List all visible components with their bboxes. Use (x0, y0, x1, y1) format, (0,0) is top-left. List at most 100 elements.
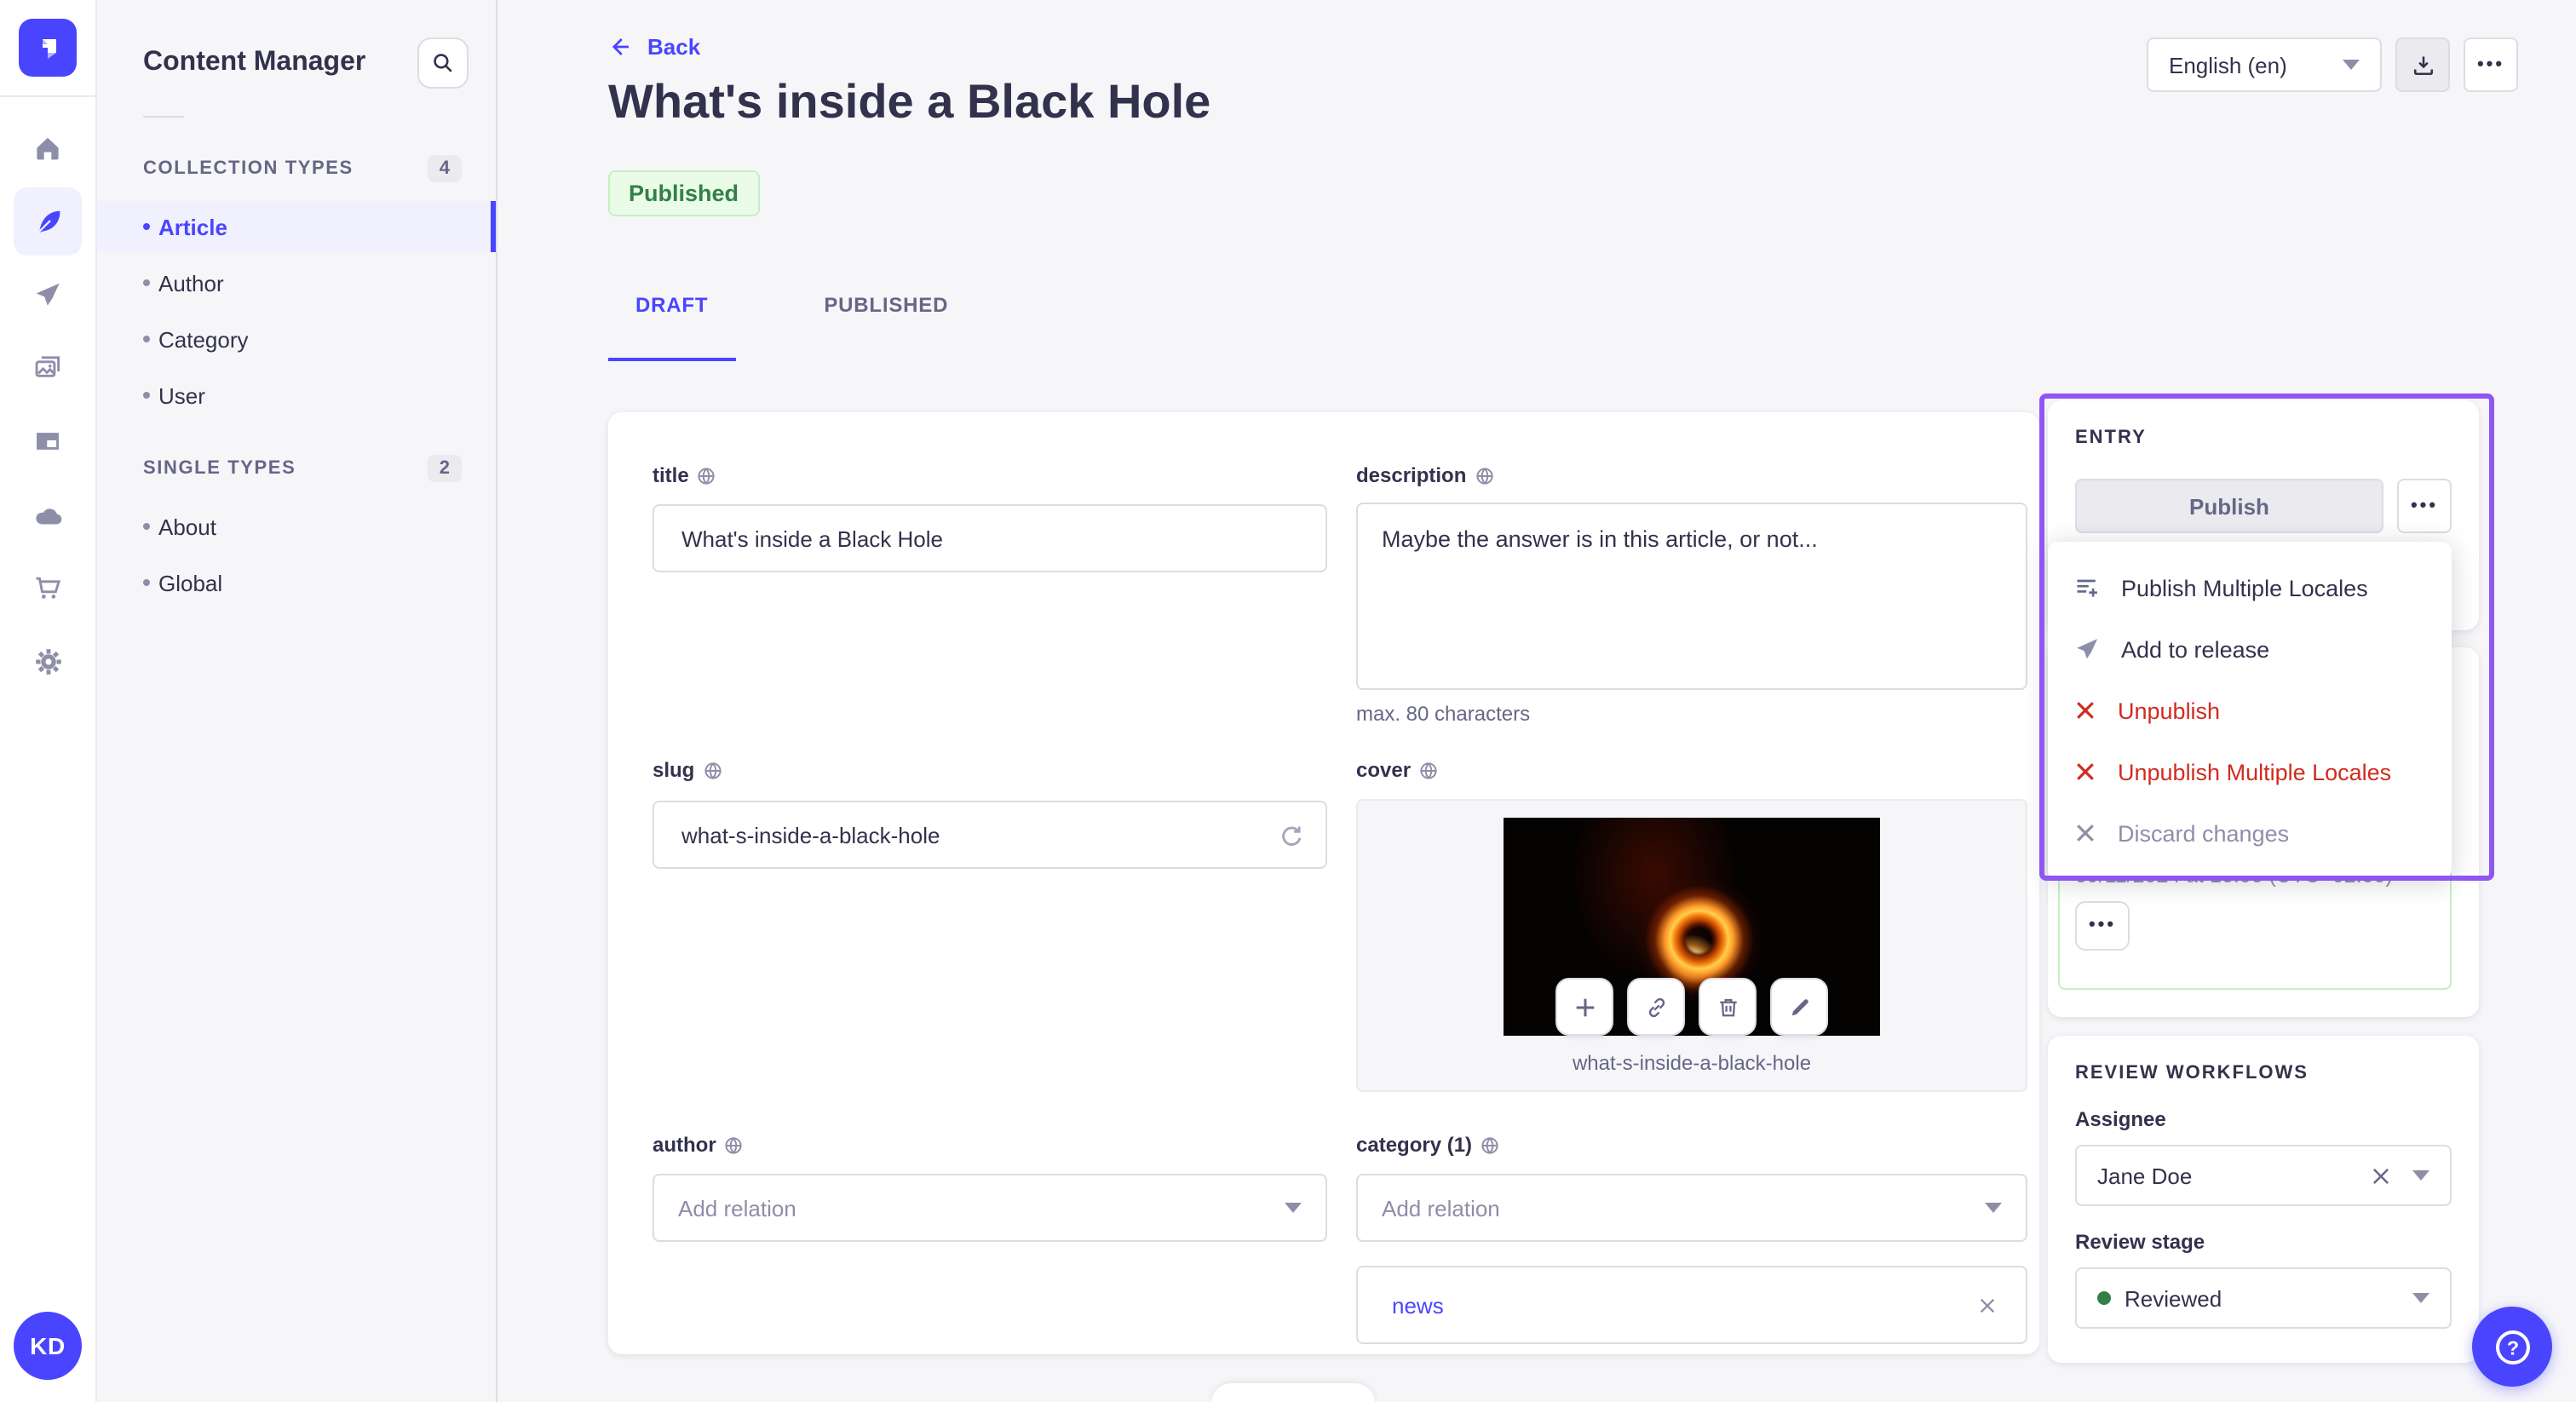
description-field-label: description (1356, 463, 2027, 487)
menu-item-label: Discard changes (2118, 820, 2290, 846)
bullet-icon (143, 523, 150, 530)
content-manager-sidebar: Content Manager COLLECTION TYPES 4 Artic… (97, 0, 497, 1402)
slug-field-label: slug (653, 758, 1327, 782)
version-tabs: DRAFT PUBLISHED (608, 286, 975, 361)
collection-types-count-badge: 4 (427, 155, 462, 182)
send-icon (2077, 639, 2098, 659)
chevron-down-icon (2343, 60, 2360, 70)
sidebar-item-label: Author (158, 270, 224, 296)
chevron-down-icon (1985, 1203, 2002, 1213)
help-button[interactable]: ? (2472, 1307, 2552, 1387)
strapi-logo[interactable] (19, 19, 77, 77)
header-more-button[interactable]: ••• (2464, 37, 2518, 92)
main-content: Back What's inside a Black Hole Publishe… (497, 0, 2576, 1402)
copy-link-button[interactable] (1627, 978, 1685, 1036)
schedule-more-button[interactable]: ••• (2075, 901, 2130, 951)
menu-item-add-to-release[interactable]: Add to release (2048, 618, 2452, 680)
sidebar-title: Content Manager (143, 48, 366, 77)
trash-icon (1719, 997, 1736, 1016)
single-types-label: SINGLE TYPES (143, 458, 296, 479)
sidebar-item-about[interactable]: About (97, 501, 496, 552)
globe-icon (699, 467, 716, 484)
sidebar-item-label: User (158, 382, 205, 408)
x-icon (2077, 763, 2094, 780)
sidebar-item-author[interactable]: Author (97, 257, 496, 308)
cover-asset-card: what-s-inside-a-black-hole (1356, 799, 2027, 1092)
assignee-select[interactable]: Jane Doe (2075, 1145, 2452, 1206)
menu-item-label: Add to release (2121, 636, 2270, 662)
releases-send-icon[interactable] (14, 261, 82, 329)
stage-status-dot (2097, 1291, 2111, 1305)
assignee-label: Assignee (2075, 1107, 2166, 1131)
delete-asset-button[interactable] (1699, 978, 1757, 1036)
svg-text:?: ? (2506, 1336, 2518, 1358)
ellipsis-icon: ••• (2476, 54, 2505, 74)
review-workflows-panel: REVIEW WORKFLOWS Assignee Jane Doe Revie… (2048, 1036, 2479, 1363)
sidebar-item-global[interactable]: Global (97, 557, 496, 608)
search-button[interactable] (417, 37, 469, 89)
category-relation-item: news (1356, 1266, 2027, 1344)
media-library-images-icon[interactable] (14, 334, 82, 402)
locale-select[interactable]: English (en) (2147, 37, 2382, 92)
menu-item-unpublish-multiple-locales[interactable]: Unpublish Multiple Locales (2048, 741, 2452, 802)
back-label: Back (647, 34, 701, 60)
globe-icon (726, 1136, 743, 1153)
ellipsis-icon: ••• (2410, 495, 2439, 515)
review-stage-select[interactable]: Reviewed (2075, 1267, 2452, 1329)
sidebar-divider (143, 116, 184, 118)
tab-published[interactable]: PUBLISHED (796, 286, 975, 324)
link-icon (1647, 997, 1665, 1017)
ellipsis-icon: ••• (2088, 915, 2117, 935)
home-icon[interactable] (14, 114, 82, 182)
entry-more-button[interactable]: ••• (2397, 479, 2452, 533)
settings-gear-icon[interactable] (14, 627, 82, 695)
sidebar-item-article[interactable]: Article (97, 201, 496, 252)
title-input[interactable]: What's inside a Black Hole (653, 504, 1327, 572)
user-avatar[interactable]: KD (14, 1312, 82, 1380)
sidebar-item-user[interactable]: User (97, 370, 496, 421)
relation-link-news[interactable]: news (1392, 1292, 1444, 1318)
publish-button[interactable]: Publish (2075, 479, 2383, 533)
menu-item-discard-changes[interactable]: Discard changes (2048, 802, 2452, 864)
bullet-icon (143, 392, 150, 399)
x-icon (2077, 702, 2094, 719)
slug-input[interactable]: what-s-inside-a-black-hole (653, 801, 1327, 869)
regenerate-icon[interactable] (1278, 823, 1303, 848)
author-placeholder: Add relation (678, 1195, 796, 1221)
status-badge: Published (608, 170, 760, 216)
entry-heading: ENTRY (2075, 428, 2147, 448)
remove-relation-x-icon[interactable] (1976, 1294, 1998, 1316)
globe-icon (1481, 1136, 1498, 1153)
category-relation-select[interactable]: Add relation (1356, 1174, 2027, 1242)
logo-container (0, 0, 95, 97)
description-textarea[interactable]: Maybe the answer is in this article, or … (1356, 503, 2027, 690)
cover-filename: what-s-inside-a-black-hole (1572, 1051, 1812, 1075)
sidebar-item-category[interactable]: Category (97, 313, 496, 365)
author-relation-select[interactable]: Add relation (653, 1174, 1327, 1242)
menu-item-publish-multiple-locales[interactable]: Publish Multiple Locales (2048, 557, 2452, 618)
author-field-label: author (653, 1133, 1327, 1157)
deploy-cloud-icon[interactable] (14, 480, 82, 549)
bullet-icon (143, 223, 150, 230)
content-type-builder-layout-icon[interactable] (14, 407, 82, 475)
review-workflows-heading: REVIEW WORKFLOWS (2075, 1063, 2309, 1083)
edit-asset-button[interactable] (1770, 978, 1828, 1036)
add-asset-button[interactable] (1555, 978, 1613, 1036)
question-mark-icon: ? (2495, 1330, 2529, 1364)
pencil-icon (1791, 998, 1808, 1015)
menu-item-label: Unpublish Multiple Locales (2118, 759, 2392, 784)
cover-field-label: cover (1356, 758, 2027, 782)
export-button[interactable] (2395, 37, 2450, 92)
tab-draft[interactable]: DRAFT (608, 286, 735, 361)
plus-icon (1575, 997, 1594, 1016)
content-manager-feather-icon[interactable] (14, 187, 82, 256)
review-stage-value: Reviewed (2125, 1285, 2222, 1311)
assignee-value: Jane Doe (2097, 1163, 2193, 1188)
menu-item-unpublish[interactable]: Unpublish (2048, 680, 2452, 741)
sidebar-item-label: Category (158, 326, 249, 352)
clear-assignee-x-icon[interactable] (2370, 1164, 2392, 1187)
back-button[interactable]: Back (608, 34, 700, 60)
title-field-label: title (653, 463, 1327, 487)
slug-value: what-s-inside-a-black-hole (681, 822, 940, 848)
marketplace-cart-icon[interactable] (14, 554, 82, 622)
